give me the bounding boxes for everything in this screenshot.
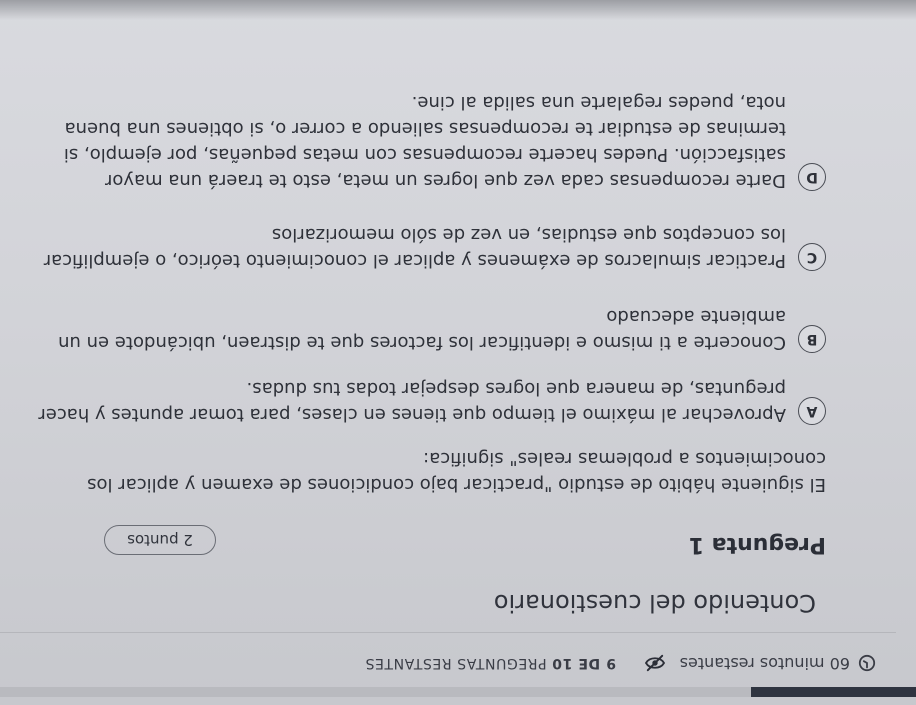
question-title: Pregunta 1 [688,532,826,557]
option-d-letter[interactable]: D [798,163,826,191]
option-c-text[interactable]: Practicar simulacros de exámenes y aplic… [26,221,786,273]
option-a-letter[interactable]: A [798,397,826,425]
question-prompt: El siguiente hábito de estudio "practica… [87,448,826,495]
option-d-text[interactable]: Darte recompensas cada vez que logres un… [26,89,786,193]
screen: 60 minutos restantes 9 DE 10 PREGUNTAS R… [0,0,916,705]
questions-remaining: 9 DE 10 PREGUNTAS RESTANTES [365,655,616,671]
option-a-text[interactable]: Aprovechar al máximo el tiempo que tiene… [26,375,786,427]
option-c-letter[interactable]: C [798,243,826,271]
quiz-page: 60 minutos restantes 9 DE 10 PREGUNTAS R… [0,0,916,705]
clock-icon [858,655,876,672]
eye-slash-icon[interactable] [644,655,666,673]
header-divider [0,632,896,633]
option-b-text[interactable]: Conocerte a ti mismo e identificar los f… [26,303,786,355]
option-b-letter[interactable]: B [798,325,826,353]
screen-edge-shadow [0,0,916,20]
points-badge: 2 puntos [104,525,216,555]
progress-fill [751,687,916,697]
questions-label: PREGUNTAS RESTANTES [364,655,552,671]
quiz-title: Contenido del cuestionario [493,589,816,617]
questions-count: 9 DE 10 [551,655,616,671]
timer-text: 60 minutos restantes [679,654,850,673]
timer: 60 minutos restantes [644,654,876,673]
progress-bar [0,687,916,697]
status-bar: 60 minutos restantes 9 DE 10 PREGUNTAS R… [0,643,916,679]
